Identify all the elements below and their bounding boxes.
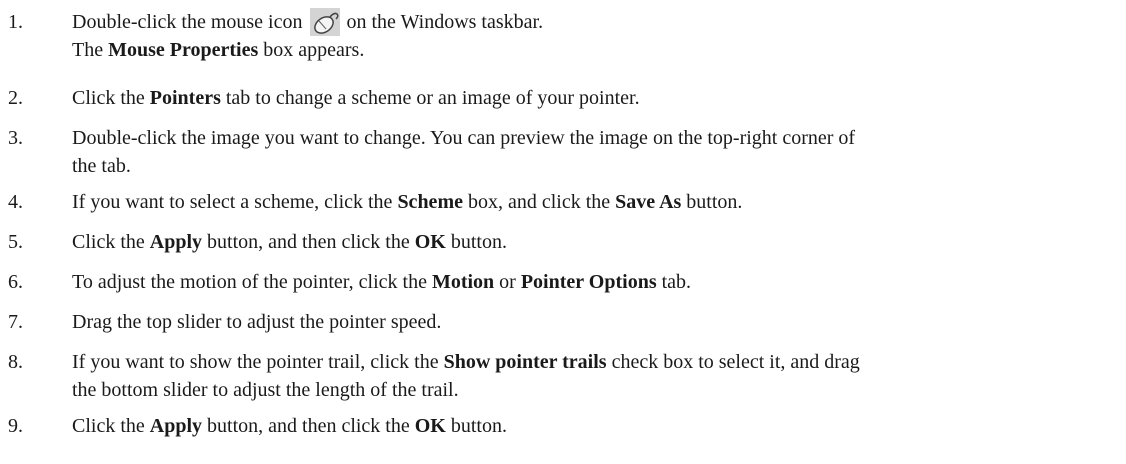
step-number: 5. [8, 231, 23, 253]
text-run: The [72, 39, 109, 61]
ui-term: Apply [149, 231, 203, 253]
step-line: Click the Apply button, and then click t… [72, 228, 1108, 256]
text-run: button. [681, 191, 743, 213]
text-run: button, and then click the [202, 415, 415, 437]
step-line: Double-click the image you want to chang… [72, 124, 1108, 152]
text-run: the bottom slider to adjust the length o… [72, 379, 459, 401]
ui-term: Mouse Properties [108, 39, 259, 61]
text-run: If you want to select a scheme, click th… [72, 191, 398, 213]
mouse-icon [309, 8, 340, 36]
ui-term: OK [414, 415, 446, 437]
ui-term: Pointer Options [520, 271, 657, 293]
text-run: tab. [656, 271, 692, 293]
ui-term: Show pointer trails [443, 351, 607, 373]
step-text: Click the Apply button, and then click t… [72, 412, 1108, 440]
step-text: If you want to show the pointer trail, c… [72, 348, 1108, 404]
step-number: 1. [8, 11, 23, 33]
text-run: check box to select it, and drag [606, 351, 860, 373]
step-line: the tab. [72, 152, 1108, 180]
text-run: or [494, 271, 521, 293]
ui-term: Save As [615, 191, 682, 213]
ui-term: Motion [431, 271, 495, 293]
ui-term: OK [414, 231, 446, 253]
text-run: Double-click the image you want to chang… [72, 127, 856, 149]
step-number: 4. [8, 191, 23, 213]
text-run: button. [445, 231, 507, 253]
step-line: If you want to select a scheme, click th… [72, 188, 1108, 216]
step-number: 2. [8, 87, 23, 109]
text-run: tab to change a scheme or an image of yo… [220, 87, 640, 109]
step-line: Click the Apply button, and then click t… [72, 412, 1108, 440]
ui-term: Pointers [149, 87, 221, 109]
ui-term: Apply [149, 415, 203, 437]
step-number: 7. [8, 311, 23, 333]
text-run: If you want to show the pointer trail, c… [72, 351, 444, 373]
step-number: 8. [8, 351, 23, 373]
text-run: Click the [72, 231, 150, 253]
text-run: Double-click the mouse icon [72, 11, 308, 33]
text-run: To adjust the motion of the pointer, cli… [72, 271, 432, 293]
step-line: If you want to show the pointer trail, c… [72, 348, 1108, 376]
step-line: the bottom slider to adjust the length o… [72, 376, 1108, 404]
step-text: If you want to select a scheme, click th… [72, 188, 1108, 216]
text-run: the tab. [72, 155, 131, 177]
step-text: Click the Apply button, and then click t… [72, 228, 1108, 256]
text-run: button. [445, 415, 507, 437]
text-run: Click the [72, 415, 150, 437]
step-number: 9. [8, 415, 23, 437]
text-run: box appears. [258, 39, 365, 61]
step-text: To adjust the motion of the pointer, cli… [72, 268, 1108, 296]
step-text: Drag the top slider to adjust the pointe… [72, 308, 1108, 336]
ui-term: Scheme [397, 191, 463, 213]
step-line: Drag the top slider to adjust the pointe… [72, 308, 1108, 336]
text-run: Click the [72, 87, 150, 109]
text-run: box, and click the [462, 191, 616, 213]
step-number: 3. [8, 127, 23, 149]
step-line: The Mouse Properties box appears. [72, 36, 1108, 64]
instruction-steps: 1. Double-click the mouse icon on the Win… [0, 0, 1126, 464]
step-text: Double-click the mouse icon on the Windo… [72, 8, 1108, 64]
text-run: button, and then click the [202, 231, 415, 253]
step-line: To adjust the motion of the pointer, cli… [72, 268, 1108, 296]
step-text: Double-click the image you want to chang… [72, 124, 1108, 180]
text-run: on the Windows taskbar. [341, 11, 544, 33]
step-text: Click the Pointers tab to change a schem… [72, 84, 1108, 112]
step-line: Double-click the mouse icon on the Windo… [72, 8, 1108, 36]
text-run: Drag the top slider to adjust the pointe… [72, 311, 442, 333]
step-line: Click the Pointers tab to change a schem… [72, 84, 1108, 112]
step-number: 6. [8, 271, 23, 293]
